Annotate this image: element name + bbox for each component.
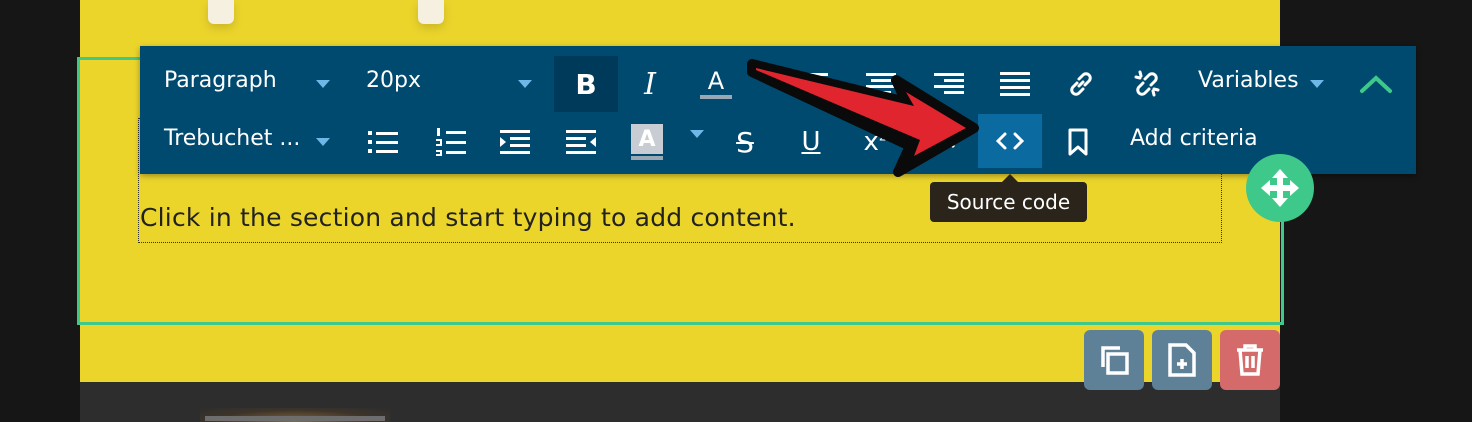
source-code-icon <box>995 132 1025 150</box>
outdent-icon <box>566 130 596 154</box>
add-criteria-label: Add criteria <box>1130 126 1258 151</box>
bulleted-list-icon <box>368 131 398 153</box>
superscript-button[interactable]: x2 <box>852 120 898 164</box>
tooltip-text: Source code <box>946 190 1071 214</box>
justify-icon <box>1000 72 1030 96</box>
save-template-icon <box>1168 343 1196 377</box>
text-color-letter: A <box>707 67 725 95</box>
clear-format-button[interactable] <box>918 120 964 164</box>
text-color-button[interactable]: A <box>686 56 746 112</box>
superscript-mark: 2 <box>878 129 887 144</box>
numbered-list-button[interactable] <box>428 120 474 164</box>
italic-icon: I <box>644 66 656 102</box>
bold-icon: B <box>575 67 597 101</box>
save-section-button[interactable] <box>1152 330 1212 390</box>
align-center-button[interactable] <box>858 62 904 106</box>
block-format-select[interactable]: Paragraph <box>164 68 277 93</box>
font-family-caret-icon[interactable] <box>316 138 330 146</box>
outdent-button[interactable] <box>558 120 604 164</box>
add-criteria-button[interactable]: Add criteria <box>1130 126 1258 151</box>
strikethrough-button[interactable]: S <box>722 120 768 164</box>
block-format-caret-icon[interactable] <box>316 80 330 88</box>
variables-label: Variables <box>1198 68 1299 93</box>
indent-button[interactable] <box>492 120 538 164</box>
rich-text-toolbar: Paragraph 20px B I A Variables Trebuchet… <box>140 46 1416 174</box>
collapse-toolbar-button[interactable] <box>1352 62 1400 106</box>
background-color-caret-icon[interactable] <box>690 130 704 138</box>
image-peg-left <box>208 0 234 24</box>
numbered-list-icon <box>436 128 466 156</box>
bold-button[interactable]: B <box>554 56 618 112</box>
italic-button[interactable]: I <box>620 56 680 112</box>
underline-button[interactable]: U <box>788 120 834 164</box>
unlink-button[interactable] <box>1124 62 1170 106</box>
font-size-caret-icon[interactable] <box>518 80 532 88</box>
justify-button[interactable] <box>992 62 1038 106</box>
strikethrough-icon: S <box>736 125 754 159</box>
source-code-tooltip: Source code <box>930 174 1087 222</box>
font-family-select[interactable]: Trebuchet ... <box>164 126 300 151</box>
block-format-label: Paragraph <box>164 68 277 93</box>
background-color-icon: A <box>631 124 663 160</box>
indent-icon <box>500 130 530 154</box>
align-left-button[interactable] <box>790 62 836 106</box>
chevron-up-icon <box>1360 75 1392 93</box>
image-bar <box>205 416 385 421</box>
move-section-handle[interactable] <box>1246 154 1314 222</box>
superscript-base: x <box>863 127 879 157</box>
font-family-label: Trebuchet ... <box>164 126 301 151</box>
bookmark-button[interactable] <box>1056 120 1100 164</box>
duplicate-section-button[interactable] <box>1084 330 1144 390</box>
bookmark-icon <box>1068 128 1088 156</box>
background-color-button[interactable]: A <box>624 120 670 164</box>
text-color-icon: A <box>700 69 732 99</box>
text-color-swatch <box>700 95 732 99</box>
variables-caret-icon[interactable] <box>1310 80 1324 88</box>
align-left-icon <box>798 73 828 94</box>
superscript-icon: x2 <box>863 127 886 157</box>
font-size-label: 20px <box>366 68 421 93</box>
delete-section-button[interactable] <box>1220 330 1280 390</box>
align-right-icon <box>934 73 964 94</box>
variables-menu[interactable]: Variables <box>1198 68 1299 93</box>
link-icon <box>1070 72 1092 96</box>
editor-canvas: Click in the section and start typing to… <box>0 0 1472 422</box>
background-color-letter: A <box>631 124 663 154</box>
unlink-icon <box>1134 70 1160 97</box>
underline-icon: U <box>801 127 821 157</box>
duplicate-icon <box>1101 346 1129 375</box>
bulleted-list-button[interactable] <box>360 120 406 164</box>
source-code-button[interactable] <box>978 114 1042 168</box>
clear-format-icon <box>924 135 956 149</box>
link-button[interactable] <box>1058 62 1104 106</box>
font-size-select[interactable]: 20px <box>366 68 421 93</box>
image-peg-right <box>418 0 444 24</box>
align-right-button[interactable] <box>926 62 972 106</box>
align-center-icon <box>866 73 896 94</box>
background-color-swatch <box>631 156 663 160</box>
trash-icon <box>1237 344 1263 376</box>
move-icon <box>1261 169 1299 207</box>
content-placeholder[interactable]: Click in the section and start typing to… <box>140 203 796 232</box>
